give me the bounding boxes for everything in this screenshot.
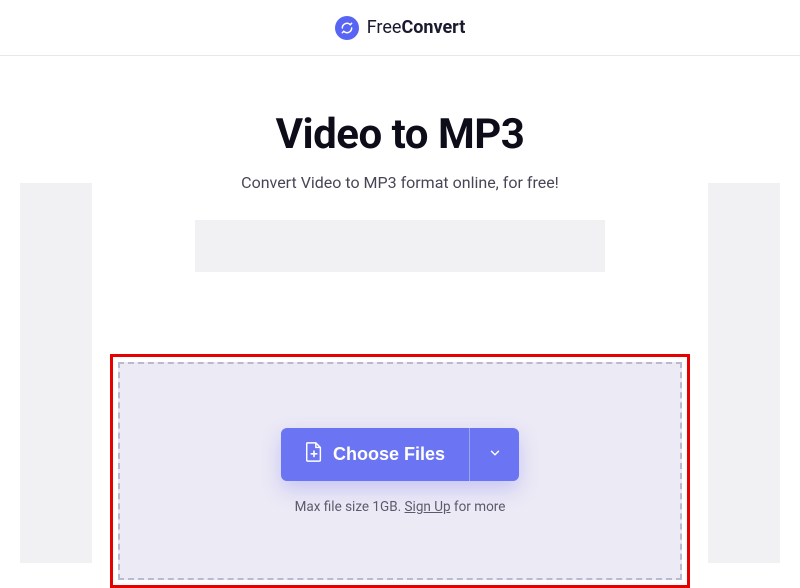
choose-files-button[interactable]: Choose Files [281, 428, 469, 481]
logo-icon [335, 16, 359, 40]
dropzone-highlight: Choose Files Max file size 1GB. Sign Up … [110, 354, 690, 588]
logo-convert: Convert [401, 17, 465, 38]
note-suffix: for more [451, 499, 506, 515]
logo-text: FreeConvert [367, 17, 466, 38]
choose-files-label: Choose Files [333, 444, 445, 465]
file-dropzone[interactable]: Choose Files Max file size 1GB. Sign Up … [118, 362, 682, 580]
file-add-icon [305, 442, 323, 467]
ad-placeholder [195, 220, 605, 272]
signup-link[interactable]: Sign Up [405, 499, 451, 515]
logo-free: Free [367, 17, 402, 38]
header: FreeConvert [0, 0, 800, 56]
page-subtitle: Convert Video to MP3 format online, for … [20, 173, 780, 192]
chevron-down-icon [488, 446, 502, 463]
source-dropdown-button[interactable] [469, 428, 519, 481]
note-prefix: Max file size 1GB. [295, 499, 405, 515]
page-body: Video to MP3 Convert Video to MP3 format… [0, 56, 800, 272]
logo[interactable]: FreeConvert [335, 16, 466, 40]
file-size-note: Max file size 1GB. Sign Up for more [295, 499, 506, 515]
hero: Video to MP3 Convert Video to MP3 format… [20, 56, 780, 272]
choose-files-group: Choose Files [281, 428, 519, 481]
page-title: Video to MP3 [20, 110, 780, 159]
